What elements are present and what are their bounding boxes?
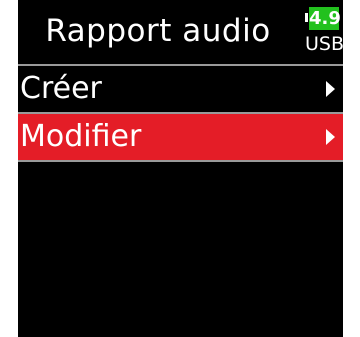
battery-level: 4.9 bbox=[309, 7, 341, 30]
battery-icon: 4.9 USB bbox=[305, 4, 343, 60]
battery-terminal bbox=[305, 13, 308, 22]
header: Rapport audio 4.9 USB bbox=[18, 0, 343, 64]
power-source-label: USB bbox=[305, 33, 343, 55]
page-title: Rapport audio bbox=[45, 13, 271, 49]
menu-item-creer[interactable]: Créer bbox=[18, 66, 343, 114]
chevron-right-icon bbox=[326, 129, 335, 145]
menu-item-label: Modifier bbox=[20, 119, 142, 154]
menu-item-label: Créer bbox=[20, 71, 102, 106]
menu-item-modifier[interactable]: Modifier bbox=[18, 114, 343, 162]
menu-list: Créer Modifier bbox=[18, 64, 343, 162]
chevron-right-icon bbox=[326, 81, 335, 97]
device-screen: Rapport audio 4.9 USB Créer Modifier bbox=[18, 0, 343, 337]
